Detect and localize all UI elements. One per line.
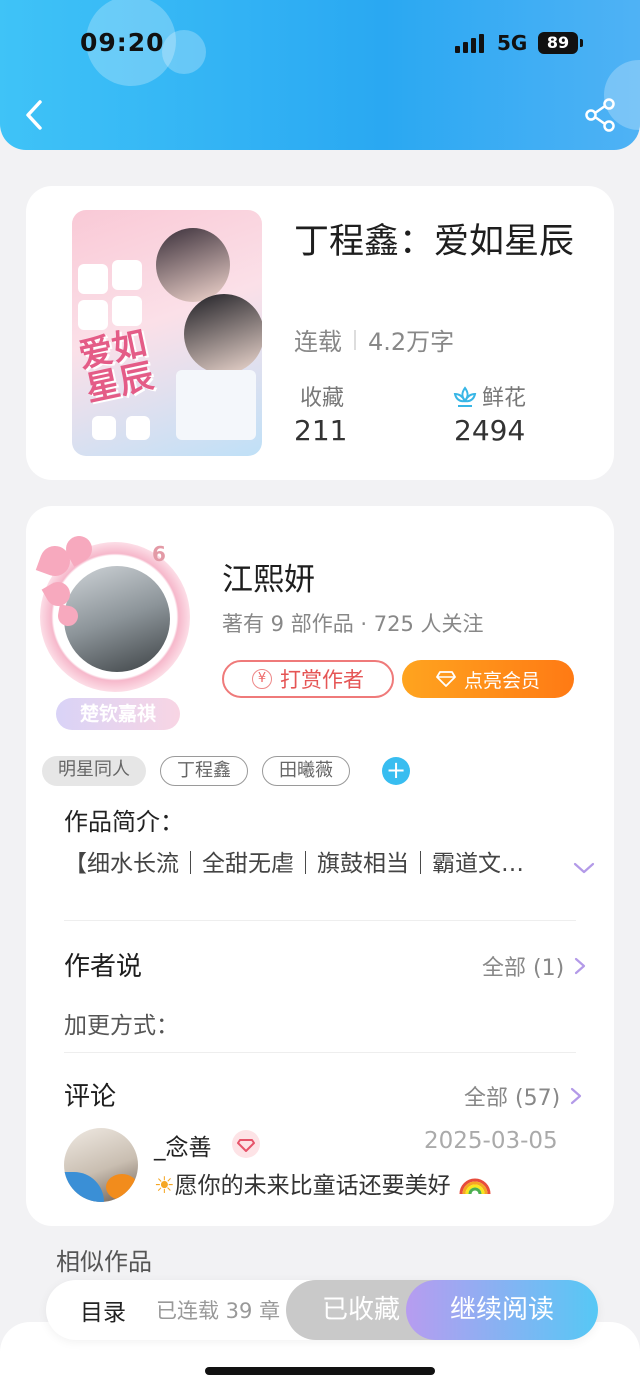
author-says-all-link[interactable]: 全部 (1) (482, 950, 586, 982)
tag-item[interactable]: 明星同人 (42, 756, 146, 786)
book-title: 丁程鑫：爱如星辰 (294, 222, 575, 262)
author-avatar[interactable] (64, 566, 170, 672)
comments-all-label: 全部 (57) (464, 1086, 561, 1111)
sun-icon: ☀ (154, 1173, 175, 1199)
commenter-avatar[interactable] (64, 1128, 138, 1202)
cover-title: 爱如星辰 (75, 323, 158, 410)
book-meta: 连载 4.2万字 (294, 322, 454, 357)
battery-icon: 89 (538, 32, 578, 54)
chevron-down-icon[interactable] (572, 860, 596, 876)
favorites-value: 211 (294, 414, 348, 447)
continue-reading-button[interactable]: 继续阅读 (406, 1280, 598, 1340)
cover-photo (112, 260, 142, 290)
yen-coin-icon: ¥ (252, 669, 272, 689)
flowers-stat[interactable]: 鲜花 (452, 380, 526, 412)
avatar-koi (106, 1174, 138, 1200)
cover-photo (92, 416, 116, 440)
vip-diamond-icon (232, 1130, 260, 1158)
comments-all-link[interactable]: 全部 (57) (464, 1080, 582, 1112)
chapter-count[interactable]: 已连载 39 章 (156, 1295, 290, 1325)
tip-author-label: 打赏作者 (280, 668, 364, 692)
comment-body: 愿你的未来比童话还要美好 (174, 1173, 451, 1199)
cover-figure (184, 294, 262, 374)
author-level-badge: 6 (152, 542, 166, 566)
cover-photo (126, 416, 150, 440)
comment-date: 2025-03-05 (424, 1128, 558, 1154)
comment-text: ☀愿你的未来比童话还要美好 (154, 1166, 492, 1200)
cover-photo (78, 264, 108, 294)
comments-heading: 评论 (64, 1082, 117, 1112)
flowers-value: 2494 (454, 414, 526, 447)
author-name[interactable]: 江熙妍 (222, 554, 315, 599)
signal-icon (455, 33, 484, 53)
author-stats: 著有 9 部作品 · 725 人关注 (222, 612, 484, 636)
intro-text[interactable]: 【细水长流｜全甜无虐｜旗鼓相当｜霸道文… (64, 844, 562, 878)
cover-photo (78, 300, 108, 330)
status-time: 09:20 (80, 28, 165, 57)
activate-vip-button[interactable]: 点亮会员 (402, 660, 574, 698)
home-indicator (205, 1367, 435, 1375)
diamond-icon (436, 671, 456, 687)
book-status: 连载 (294, 328, 342, 356)
book-info-card: 爱如星辰 丁程鑫：爱如星辰 连载 4.2万字 收藏 211 鲜花 2494 (26, 186, 614, 480)
fan-badge: 楚钦嘉祺 (56, 698, 180, 730)
cover-photo (112, 296, 142, 326)
rainbow-icon (459, 1178, 491, 1195)
cover-figure (156, 228, 230, 302)
favorites-label: 收藏 (300, 386, 345, 411)
chevron-right-icon (575, 957, 586, 975)
intro-label: 作品简介： (64, 808, 184, 836)
divider (64, 920, 576, 921)
network-type: 5G (497, 31, 528, 55)
book-word-count: 4.2万字 (368, 328, 455, 356)
chevron-right-icon (571, 1087, 582, 1105)
similar-works-heading: 相似作品 (56, 1248, 152, 1276)
tag-item[interactable]: 丁程鑫 (160, 756, 248, 786)
tag-item[interactable]: 田曦薇 (262, 756, 350, 786)
tip-author-button[interactable]: ¥ 打赏作者 (222, 660, 394, 698)
divider (64, 1052, 576, 1053)
author-says-text: 加更方式： (64, 1013, 179, 1039)
share-icon[interactable] (584, 98, 616, 132)
toc-button[interactable]: 目录 (80, 1293, 126, 1327)
flower-icon (453, 386, 477, 407)
chevron-left-icon[interactable] (22, 98, 48, 132)
details-card: 6 楚钦嘉祺 江熙妍 著有 9 部作品 · 725 人关注 ¥ 打赏作者 点亮会… (26, 506, 614, 1226)
decor-bubble (162, 30, 206, 74)
battery-tip (580, 39, 583, 47)
cover-photo (176, 370, 256, 440)
meta-separator (354, 329, 356, 350)
top-header: 09:20 5G 89 (0, 0, 640, 150)
add-tag-button[interactable]: + (382, 757, 410, 785)
flowers-label: 鲜花 (482, 386, 527, 411)
author-says-all-label: 全部 (1) (482, 956, 565, 981)
commenter-name[interactable]: _念善 (154, 1128, 212, 1162)
book-cover[interactable]: 爱如星辰 (72, 210, 262, 456)
tag-list: 明星同人 丁程鑫 田曦薇 + (42, 756, 410, 786)
activate-vip-label: 点亮会员 (463, 669, 540, 692)
avatar-wave (64, 1172, 104, 1202)
author-says-heading: 作者说 (64, 952, 143, 982)
